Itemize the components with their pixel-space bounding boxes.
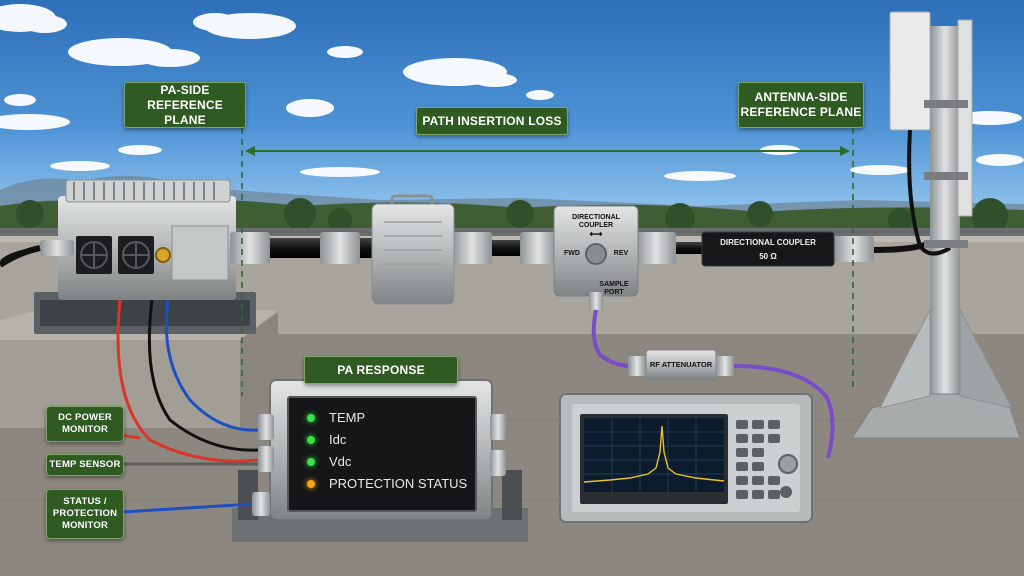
temp-sensor-label: TEMP SENSOR <box>46 454 124 476</box>
insertion-loss-arrow <box>245 146 850 156</box>
inline-rf-module <box>371 194 455 305</box>
status-row-temp: TEMP <box>307 410 365 425</box>
status-led-amber <box>307 479 315 488</box>
status-led-green <box>307 435 315 444</box>
rf-test-setup-scene: PA-SIDE REFERENCE PLANE PATH INSERTION L… <box>0 0 1024 576</box>
inline-coupler-title: DIRECTIONAL COUPLER <box>720 238 816 247</box>
pa-side-reference-plane-label: PA-SIDE REFERENCE PLANE <box>124 82 246 128</box>
status-protection-monitor-label: STATUS / PROTECTION MONITOR <box>46 489 124 539</box>
arrow-double-icon: ⟷ <box>589 229 603 239</box>
status-row-protection: PROTECTION STATUS <box>307 476 467 491</box>
fan-icon <box>76 236 112 274</box>
rf-attenuator-label: RF ATTENUATOR <box>649 360 713 369</box>
pa-status-panel: TEMP Idc Vdc PROTECTION STATUS <box>287 396 477 512</box>
power-amplifier-unit <box>34 179 256 334</box>
path-insertion-loss-label: PATH INSERTION LOSS <box>416 107 568 135</box>
status-led-green <box>307 457 315 466</box>
coupler-fwd-label: FWD <box>564 250 580 257</box>
dc-power-monitor-label: DC POWER MONITOR <box>46 406 124 442</box>
spectrum-analyzer <box>559 393 813 523</box>
status-row-idc: Idc <box>307 432 346 447</box>
coupler-sample-port-label: SAMPLE PORT <box>599 281 629 296</box>
status-led-green <box>307 413 315 422</box>
antenna-mast <box>851 11 1021 439</box>
status-label: PROTECTION STATUS <box>329 476 468 491</box>
inline-coupler-impedance: 50 Ω <box>759 252 777 261</box>
directional-coupler-box-title: DIRECTIONAL COUPLER <box>572 214 620 229</box>
status-label: TEMP <box>329 410 366 425</box>
coupler-rev-label: REV <box>613 250 629 257</box>
status-row-vdc: Vdc <box>307 454 351 469</box>
antenna-side-reference-plane-label: ANTENNA-SIDE REFERENCE PLANE <box>738 82 864 128</box>
fan-icon <box>118 236 154 274</box>
status-label: Idc <box>329 432 347 447</box>
pa-response-label: PA RESPONSE <box>304 356 458 384</box>
status-label: Vdc <box>329 454 352 469</box>
